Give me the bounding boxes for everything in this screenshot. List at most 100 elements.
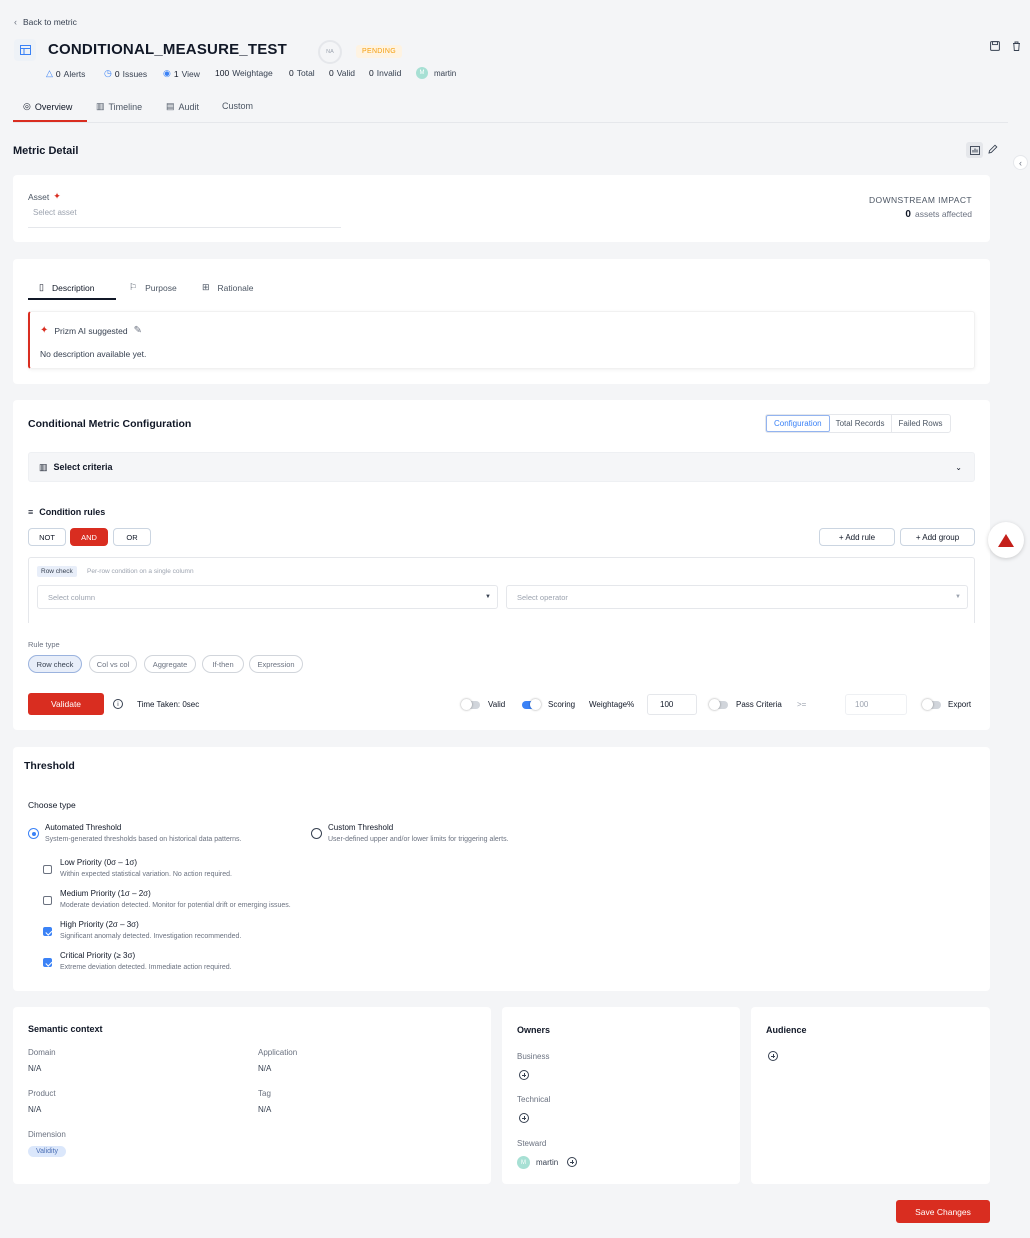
score-badge: NA — [318, 40, 342, 64]
caret-down-icon: ▼ — [485, 594, 491, 600]
add-technical-owner-icon[interactable] — [519, 1113, 529, 1123]
valid-count: 0 — [329, 68, 334, 78]
steward-label: Steward — [517, 1139, 547, 1148]
scoring-toggle[interactable] — [522, 699, 541, 710]
desc-tab-purpose[interactable]: ⚐ Purpose — [129, 282, 177, 293]
view-tab-configuration[interactable]: Configuration — [766, 415, 830, 432]
automated-title: Automated Threshold — [45, 823, 122, 832]
owners-card: Owners Business Technical Steward M mart… — [502, 1007, 740, 1184]
desc-tab-rationale[interactable]: ⊞ Rationale — [202, 282, 253, 293]
pass-criteria-toggle[interactable] — [709, 699, 728, 710]
document-icon: ▯ — [39, 282, 44, 292]
tab-overview[interactable]: ◎ Overview — [23, 101, 72, 112]
audience-card: Audience — [751, 1007, 990, 1184]
threshold-title: Threshold — [24, 760, 75, 772]
total-label: Total — [296, 68, 315, 78]
tab-audit-label: Audit — [178, 101, 200, 112]
column-placeholder: Select column — [48, 592, 96, 602]
collapse-panel-button[interactable]: ‹ — [1013, 155, 1028, 170]
chevron-down-icon: ⌄ — [955, 462, 962, 472]
export-toggle[interactable] — [922, 699, 941, 710]
caret-down-icon: ▼ — [955, 594, 961, 600]
chevron-left-icon: ‹ — [1019, 157, 1022, 168]
filter-icon: ≡ — [28, 507, 34, 517]
medium-priority-title: Medium Priority (1σ – 2σ) — [60, 889, 151, 898]
eye-icon: ◎ — [23, 101, 31, 111]
trash-icon[interactable] — [1012, 41, 1021, 51]
rule-type-expression[interactable]: Expression — [249, 655, 303, 673]
alerts-label: Alerts — [63, 68, 86, 79]
ai-label-row: ✦ Prizm AI suggested ✎ — [40, 325, 142, 336]
rule-type-aggregate[interactable]: Aggregate — [144, 655, 196, 673]
weightage-count: 100 — [215, 68, 230, 78]
view-tab-failed-rows[interactable]: Failed Rows — [892, 415, 950, 432]
invalid-label: Invalid — [376, 68, 402, 78]
downstream-count: 0 — [905, 209, 911, 220]
sparkle-icon: ✦ — [40, 325, 49, 336]
tab-audit[interactable]: ▤ Audit — [166, 101, 199, 112]
product-label: Product — [28, 1089, 56, 1098]
select-criteria-bar[interactable]: ▥ Select criteria ⌄ — [28, 452, 975, 482]
total-count: 0 — [289, 68, 294, 78]
chart-view-button[interactable] — [966, 142, 983, 158]
page-title: CONDITIONAL_MEASURE_TEST — [48, 41, 287, 58]
desc-tab-description[interactable]: ▯ Description — [39, 282, 94, 293]
technical-label: Technical — [517, 1095, 551, 1104]
edit-icon[interactable] — [988, 144, 998, 154]
alert-fab[interactable] — [988, 522, 1024, 558]
tab-timeline[interactable]: ▥ Timeline — [96, 101, 142, 112]
logic-not-button[interactable]: NOT — [28, 528, 66, 546]
save-changes-button[interactable]: Save Changes — [896, 1200, 990, 1223]
rule-type-label: Rule type — [28, 640, 60, 649]
logic-or-button[interactable]: OR — [113, 528, 151, 546]
info-icon[interactable]: i — [113, 699, 123, 709]
add-business-owner-icon[interactable] — [519, 1070, 529, 1080]
medium-priority-checkbox[interactable] — [43, 896, 52, 905]
rule-type-col-vs-col[interactable]: Col vs col — [89, 655, 137, 673]
description-card: ▯ Description ⚐ Purpose ⊞ Rationale ✦ Pr… — [13, 259, 990, 384]
back-link[interactable]: ‹ Back to metric — [14, 17, 77, 27]
export-label: Export — [948, 700, 972, 709]
save-icon[interactable] — [990, 41, 1000, 51]
automated-radio[interactable] — [28, 828, 39, 839]
valid-toggle-label: Valid — [488, 700, 506, 709]
bar-chart-icon: ▥ — [96, 101, 105, 111]
rule-type-row-check[interactable]: Row check — [28, 655, 82, 673]
high-priority-checkbox[interactable] — [43, 927, 52, 936]
weightage-input[interactable]: 100 — [647, 694, 697, 715]
validate-button[interactable]: Validate — [28, 693, 104, 715]
application-label: Application — [258, 1048, 298, 1057]
tab-custom[interactable]: Custom — [222, 101, 253, 111]
add-rule-button[interactable]: + Add rule — [819, 528, 895, 546]
asset-label-row: Asset ✦ — [28, 191, 61, 202]
add-steward-icon[interactable] — [567, 1157, 577, 1167]
valid-toggle[interactable] — [461, 699, 480, 710]
pencil-icon[interactable]: ✎ — [134, 325, 142, 336]
score-badge-label: NA — [326, 49, 334, 55]
save-changes-label: Save Changes — [915, 1206, 971, 1217]
add-audience-icon[interactable] — [768, 1051, 778, 1061]
tabs-divider — [13, 122, 1008, 123]
owner-stat[interactable]: M martin — [416, 67, 456, 79]
desc-tab-rationale-label: Rationale — [217, 282, 254, 293]
warning-triangle-icon — [998, 533, 1014, 547]
row-check-hint: Per-row condition on a single column — [87, 568, 194, 575]
critical-priority-checkbox[interactable] — [43, 958, 52, 967]
automated-desc: System-generated thresholds based on his… — [45, 836, 242, 843]
view-tab-total-records[interactable]: Total Records — [830, 415, 892, 432]
flag-icon: ⚐ — [129, 282, 138, 292]
add-group-button[interactable]: + Add group — [900, 528, 975, 546]
low-priority-checkbox[interactable] — [43, 865, 52, 874]
logic-and-button[interactable]: AND — [70, 528, 108, 546]
asset-select[interactable]: Select asset — [28, 208, 341, 228]
pass-value-input[interactable]: 100 — [845, 694, 907, 715]
issues-count: 0 — [114, 68, 120, 79]
custom-radio[interactable] — [311, 828, 322, 839]
total-stat: 0 Total — [289, 68, 315, 78]
rule-box: Row check Per-row condition on a single … — [28, 557, 975, 623]
rule-type-if-then[interactable]: If-then — [202, 655, 244, 673]
column-select[interactable]: Select column ▼ — [37, 585, 498, 609]
operator-select[interactable]: Select operator ▼ — [506, 585, 968, 609]
domain-value: N/A — [28, 1064, 42, 1073]
valid-label: Valid — [336, 68, 356, 78]
